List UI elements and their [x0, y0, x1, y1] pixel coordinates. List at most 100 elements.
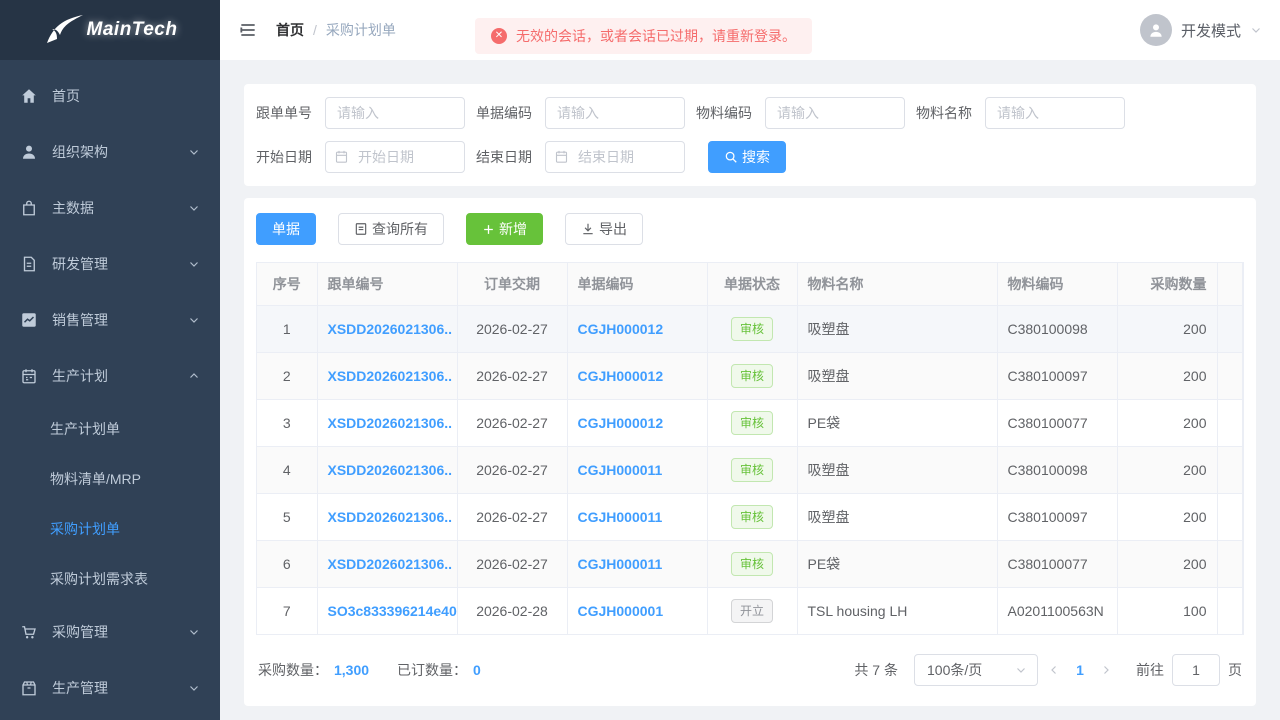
prev-page-button[interactable]	[1038, 664, 1070, 676]
cell-seq: 3	[257, 399, 318, 447]
sidebar-item-label: 销售管理	[52, 312, 108, 328]
table-row[interactable]: 4 XSDD2026021306.. 2026-02-27 CGJH000011…	[257, 446, 1243, 494]
cell-material-name: TSL housing LH	[797, 587, 998, 635]
add-button[interactable]: 新增	[466, 213, 543, 245]
query-all-button-label: 查询所有	[372, 221, 428, 237]
sidebar-item-home[interactable]: 首页	[0, 68, 220, 124]
order-no-link[interactable]: XSDD2026021306..	[328, 368, 453, 384]
add-button-label: 新增	[499, 221, 527, 237]
sidebar-item-purchasing[interactable]: 采购管理	[0, 604, 220, 660]
sidebar-item-label: 生产计划	[52, 368, 108, 384]
page-size-value: 100条/页	[927, 662, 983, 678]
cell-spacer	[1217, 493, 1243, 541]
total-count: 共 7 条	[854, 662, 898, 678]
sidebar-item-production-plan[interactable]: 生产计划	[0, 348, 220, 404]
cell-material-name: 吸塑盘	[797, 352, 998, 400]
cell-due-date: 2026-02-27	[457, 493, 568, 541]
bag-icon	[23, 200, 35, 216]
breadcrumb-home[interactable]: 首页	[276, 20, 304, 40]
table-row[interactable]: 5 XSDD2026021306.. 2026-02-27 CGJH000011…	[257, 493, 1243, 541]
material-name-input[interactable]	[985, 97, 1125, 129]
query-all-button[interactable]: 查询所有	[338, 213, 444, 245]
purchase-qty-stat: 采购数量： 1,300	[258, 660, 369, 680]
col-header-status: 单据状态	[707, 263, 798, 306]
filter-field-material-name: 物料名称	[916, 97, 1125, 129]
cell-seq: 4	[257, 446, 318, 494]
doc-code-link[interactable]: CGJH000012	[578, 321, 664, 337]
doc-code-link[interactable]: CGJH000012	[578, 415, 664, 431]
sidebar-subitem-purchase-plan-order[interactable]: 采购计划单	[0, 504, 220, 554]
col-header-qty: 采购数量	[1117, 263, 1218, 306]
table-row[interactable]: 7 SO3c833396214e40 2026-02-28 CGJH000001…	[257, 587, 1243, 635]
cell-material-name: 吸塑盘	[797, 446, 998, 494]
table-row[interactable]: 2 XSDD2026021306.. 2026-02-27 CGJH000012…	[257, 352, 1243, 400]
sidebar: MainTech 首页 组织架构 主数据 研发管理 销售管理 生产计划 生产计划…	[0, 0, 220, 720]
filter-field-material-code: 物料编码	[696, 97, 905, 129]
order-no-link[interactable]: XSDD2026021306..	[328, 556, 453, 572]
breadcrumb-separator: /	[313, 22, 317, 38]
status-badge: 审核	[730, 411, 773, 435]
doc-code-link[interactable]: CGJH000011	[578, 556, 663, 572]
cell-spacer	[1217, 305, 1243, 353]
sidebar-item-manufacturing[interactable]: 生产管理	[0, 660, 220, 716]
doc-view-button[interactable]: 单据	[256, 213, 316, 245]
goto-page-input[interactable]	[1172, 654, 1220, 686]
col-header-spacer	[1217, 263, 1243, 306]
search-button[interactable]: 搜索	[708, 141, 786, 173]
cell-qty: 200	[1117, 446, 1218, 494]
chart-icon	[22, 313, 36, 327]
sidebar-subitem-bom-mrp[interactable]: 物料清单/MRP	[0, 454, 220, 504]
order-no-link[interactable]: XSDD2026021306..	[328, 415, 453, 431]
doc-code-link[interactable]: CGJH000011	[578, 509, 663, 525]
table-row[interactable]: 3 XSDD2026021306.. 2026-02-27 CGJH000012…	[257, 399, 1243, 447]
order-no-link[interactable]: XSDD2026021306..	[328, 462, 453, 478]
alert-message: 无效的会话，或者会话已过期，请重新登录。	[516, 28, 796, 44]
order-no-link[interactable]: XSDD2026021306..	[328, 509, 453, 525]
export-button[interactable]: 导出	[565, 213, 643, 245]
status-badge: 开立	[730, 599, 773, 623]
filter-panel: 跟单单号 单据编码 物料编码 物料名称	[244, 84, 1256, 186]
breadcrumb: 首页 / 采购计划单	[276, 20, 396, 40]
collapse-menu-icon[interactable]	[238, 20, 258, 40]
table-toolbar: 单据 查询所有 新增 导出	[256, 213, 1244, 245]
chevron-down-icon	[190, 318, 198, 323]
table-footer: 采购数量： 1,300 已订数量： 0 共 7 条 100条/页 1 前往 1 …	[256, 635, 1244, 694]
table-panel: 单据 查询所有 新增 导出 序号 跟单编号 订单交期 单据编码 单据状态 物料名…	[244, 198, 1256, 706]
sidebar-item-sales[interactable]: 销售管理	[0, 292, 220, 348]
sidebar-subitem-production-plan-order[interactable]: 生产计划单	[0, 404, 220, 454]
table-row[interactable]: 6 XSDD2026021306.. 2026-02-27 CGJH000011…	[257, 540, 1243, 588]
sidebar-subitem-label: 采购计划需求表	[50, 571, 148, 587]
user-menu[interactable]: 开发模式	[1139, 14, 1262, 46]
filter-row-2: 开始日期 结束日期	[256, 141, 1244, 173]
material-code-input[interactable]	[765, 97, 905, 129]
doc-code-link[interactable]: CGJH000012	[578, 368, 664, 384]
cell-material-name: 吸塑盘	[797, 305, 998, 353]
page-size-select[interactable]: 100条/页	[914, 654, 1038, 686]
end-date-input[interactable]	[545, 141, 685, 173]
cell-due-date: 2026-02-28	[457, 587, 568, 635]
cell-seq: 2	[257, 352, 318, 400]
next-page-button[interactable]	[1090, 664, 1122, 676]
cell-due-date: 2026-02-27	[457, 305, 568, 353]
table-row[interactable]: 1 XSDD2026021306.. 2026-02-27 CGJH000012…	[257, 305, 1243, 353]
order-no-input[interactable]	[325, 97, 465, 129]
page-number[interactable]: 1	[1070, 662, 1090, 678]
search-icon	[725, 151, 737, 163]
sidebar-item-rnd[interactable]: 研发管理	[0, 236, 220, 292]
sidebar-item-master-data[interactable]: 主数据	[0, 180, 220, 236]
doc-code-input[interactable]	[545, 97, 685, 129]
order-no-link[interactable]: XSDD2026021306..	[328, 321, 453, 337]
start-date-input[interactable]	[325, 141, 465, 173]
doc-code-link[interactable]: CGJH000011	[578, 462, 663, 478]
download-icon	[583, 223, 593, 235]
goto-label: 前往	[1136, 662, 1164, 678]
order-no-link[interactable]: SO3c833396214e40	[328, 603, 457, 619]
sidebar-item-org[interactable]: 组织架构	[0, 124, 220, 180]
doc-code-link[interactable]: CGJH000001	[578, 603, 664, 619]
chevron-right-icon	[1104, 666, 1109, 674]
status-badge: 审核	[730, 552, 773, 576]
chevron-down-icon	[190, 686, 198, 691]
cell-due-date: 2026-02-27	[457, 540, 568, 588]
cell-material-code: C380100077	[997, 399, 1118, 447]
sidebar-subitem-purchase-plan-demand[interactable]: 采购计划需求表	[0, 554, 220, 604]
